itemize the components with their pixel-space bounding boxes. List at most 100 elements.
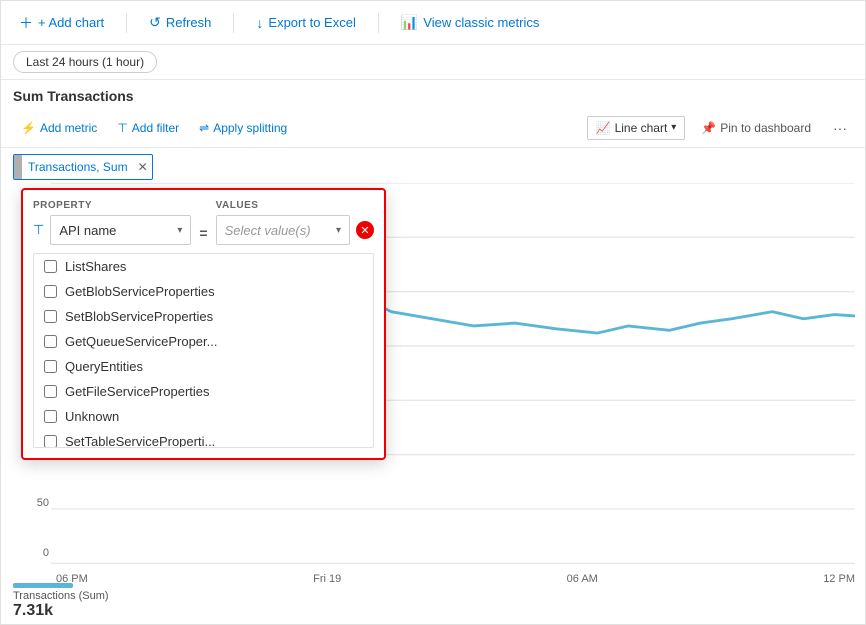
refresh-icon: ↺ <box>149 14 161 31</box>
time-range-button[interactable]: Last 24 hours (1 hour) <box>13 51 157 73</box>
dropdown-checkbox[interactable] <box>44 385 57 398</box>
popup-header-row: PROPERTY ⊤ API name ▾ = VALUES Select <box>33 200 374 245</box>
dropdown-item-label: GetQueueServiceProper... <box>65 334 217 349</box>
filter-bar: Transactions, Sum ✕ <box>1 148 865 186</box>
property-section: PROPERTY ⊤ API name ▾ <box>33 200 191 245</box>
values-section: VALUES Select value(s) ▾ ✕ <box>216 200 374 245</box>
chart-toolbar: ⚡ Add metric ⊤ Add filter ⇌ Apply splitt… <box>1 108 865 148</box>
split-icon: ⇌ <box>199 121 209 135</box>
line-chart-icon: 📈 <box>596 121 611 135</box>
dropdown-list-item[interactable]: Unknown <box>34 404 373 429</box>
dropdown-checkbox[interactable] <box>44 360 57 373</box>
filter-icon: ⊤ <box>117 121 127 135</box>
property-select[interactable]: API name ▾ <box>50 215 191 245</box>
dropdown-list-item[interactable]: GetQueueServiceProper... <box>34 329 373 354</box>
refresh-label: Refresh <box>166 15 212 30</box>
values-label: VALUES <box>216 200 374 211</box>
dropdown-checkbox[interactable] <box>44 285 57 298</box>
pin-icon: 📌 <box>701 121 716 135</box>
dropdown-list-item[interactable]: ListShares <box>34 254 373 279</box>
apply-splitting-label: Apply splitting <box>213 121 287 135</box>
add-chart-button[interactable]: ＋ + Add chart <box>13 9 110 37</box>
chevron-down-icon: ▾ <box>671 122 676 133</box>
pin-dashboard-button[interactable]: 📌 Pin to dashboard <box>693 117 819 139</box>
chart-legend: Transactions (Sum) 7.31k <box>13 583 109 620</box>
dropdown-item-label: QueryEntities <box>65 359 143 374</box>
chart-title: Sum Transactions <box>1 80 865 108</box>
export-excel-label: Export to Excel <box>268 15 355 30</box>
refresh-button[interactable]: ↺ Refresh <box>143 10 217 35</box>
pin-dashboard-label: Pin to dashboard <box>720 121 811 135</box>
popup-filter-icon: ⊤ <box>33 222 44 238</box>
x-axis-labels: 06 PM Fri 19 06 AM 12 PM <box>56 569 855 589</box>
divider-3 <box>378 13 379 33</box>
add-chart-label: + Add chart <box>38 15 104 30</box>
legend-title: Transactions (Sum) <box>13 590 109 602</box>
view-classic-label: View classic metrics <box>423 15 539 30</box>
dropdown-checkbox[interactable] <box>44 260 57 273</box>
dropdown-item-label: GetFileServiceProperties <box>65 384 210 399</box>
add-metric-label: Add metric <box>40 121 97 135</box>
line-chart-button[interactable]: 📈 Line chart ▾ <box>587 116 686 140</box>
line-chart-label: Line chart <box>615 121 668 135</box>
dropdown-item-label: SetBlobServiceProperties <box>65 309 213 324</box>
chart-toolbar-left: ⚡ Add metric ⊤ Add filter ⇌ Apply splitt… <box>13 117 583 139</box>
values-select[interactable]: Select value(s) ▾ <box>216 215 350 245</box>
filter-chip-close-button[interactable]: ✕ <box>134 160 152 174</box>
divider-1 <box>126 13 127 33</box>
values-chevron-icon: ▾ <box>336 225 341 236</box>
dropdown-checkbox[interactable] <box>44 335 57 348</box>
more-button[interactable]: ··· <box>827 116 853 140</box>
property-chevron-icon: ▾ <box>177 225 182 236</box>
filter-dropdown-popup: PROPERTY ⊤ API name ▾ = VALUES Select <box>21 188 386 460</box>
y-label-50: 50 <box>9 497 49 509</box>
top-toolbar: ＋ + Add chart ↺ Refresh ↓ Export to Exce… <box>1 1 865 45</box>
dropdown-item-label: ListShares <box>65 259 126 274</box>
dropdown-item-label: GetBlobServiceProperties <box>65 284 215 299</box>
property-label: PROPERTY <box>33 200 191 211</box>
add-filter-button[interactable]: ⊤ Add filter <box>109 117 187 139</box>
property-value-text: API name <box>59 223 116 238</box>
dropdown-list-item[interactable]: GetBlobServiceProperties <box>34 279 373 304</box>
add-filter-label: Add filter <box>132 121 179 135</box>
filter-chip-label: Transactions, Sum <box>22 160 134 174</box>
values-placeholder-text: Select value(s) <box>225 223 311 238</box>
add-metric-button[interactable]: ⚡ Add metric <box>13 117 105 139</box>
add-metric-icon: ⚡ <box>21 121 36 135</box>
divider-2 <box>233 13 234 33</box>
dropdown-list-item[interactable]: GetFileServiceProperties <box>34 379 373 404</box>
dropdown-checkbox[interactable] <box>44 310 57 323</box>
chart-title-text: Sum Transactions <box>13 88 134 104</box>
equals-sign: = <box>199 225 207 241</box>
dropdown-list-item[interactable]: SetTableServiceProperti... <box>34 429 373 448</box>
y-label-0: 0 <box>9 547 49 559</box>
dropdown-list-item[interactable]: QueryEntities <box>34 354 373 379</box>
legend-color-bar <box>13 583 73 588</box>
chart-content: Transactions, Sum ✕ PROPERTY ⊤ API name … <box>1 148 865 624</box>
export-icon: ↓ <box>256 15 263 31</box>
main-container: ＋ + Add chart ↺ Refresh ↓ Export to Exce… <box>0 0 866 625</box>
export-excel-button[interactable]: ↓ Export to Excel <box>250 11 361 35</box>
ellipsis-icon: ··· <box>833 120 847 136</box>
time-range-label: Last 24 hours (1 hour) <box>26 55 144 69</box>
legend-item-transactions: Transactions (Sum) 7.31k <box>13 583 109 620</box>
time-range-section: Last 24 hours (1 hour) <box>1 45 865 80</box>
dropdown-item-label: Unknown <box>65 409 119 424</box>
dropdown-checkbox[interactable] <box>44 435 57 448</box>
dropdown-checkbox[interactable] <box>44 410 57 423</box>
dropdown-item-label: SetTableServiceProperti... <box>65 434 215 448</box>
dropdown-list-item[interactable]: SetBlobServiceProperties <box>34 304 373 329</box>
dropdown-list: ListShares GetBlobServiceProperties SetBlo… <box>33 253 374 448</box>
x-label-06am: 06 AM <box>567 573 598 585</box>
plus-icon: ＋ <box>19 13 33 33</box>
popup-close-button[interactable]: ✕ <box>356 221 374 239</box>
filter-chip-color <box>14 154 22 180</box>
legend-value: 7.31k <box>13 602 109 620</box>
x-label-12pm: 12 PM <box>823 573 855 585</box>
view-classic-button[interactable]: 📊 View classic metrics <box>395 10 546 35</box>
x-label-fri19: Fri 19 <box>313 573 341 585</box>
metrics-icon: 📊 <box>401 14 418 31</box>
chart-toolbar-right: 📈 Line chart ▾ 📌 Pin to dashboard ··· <box>587 116 853 140</box>
filter-chip: Transactions, Sum ✕ <box>13 154 153 180</box>
apply-splitting-button[interactable]: ⇌ Apply splitting <box>191 117 295 139</box>
